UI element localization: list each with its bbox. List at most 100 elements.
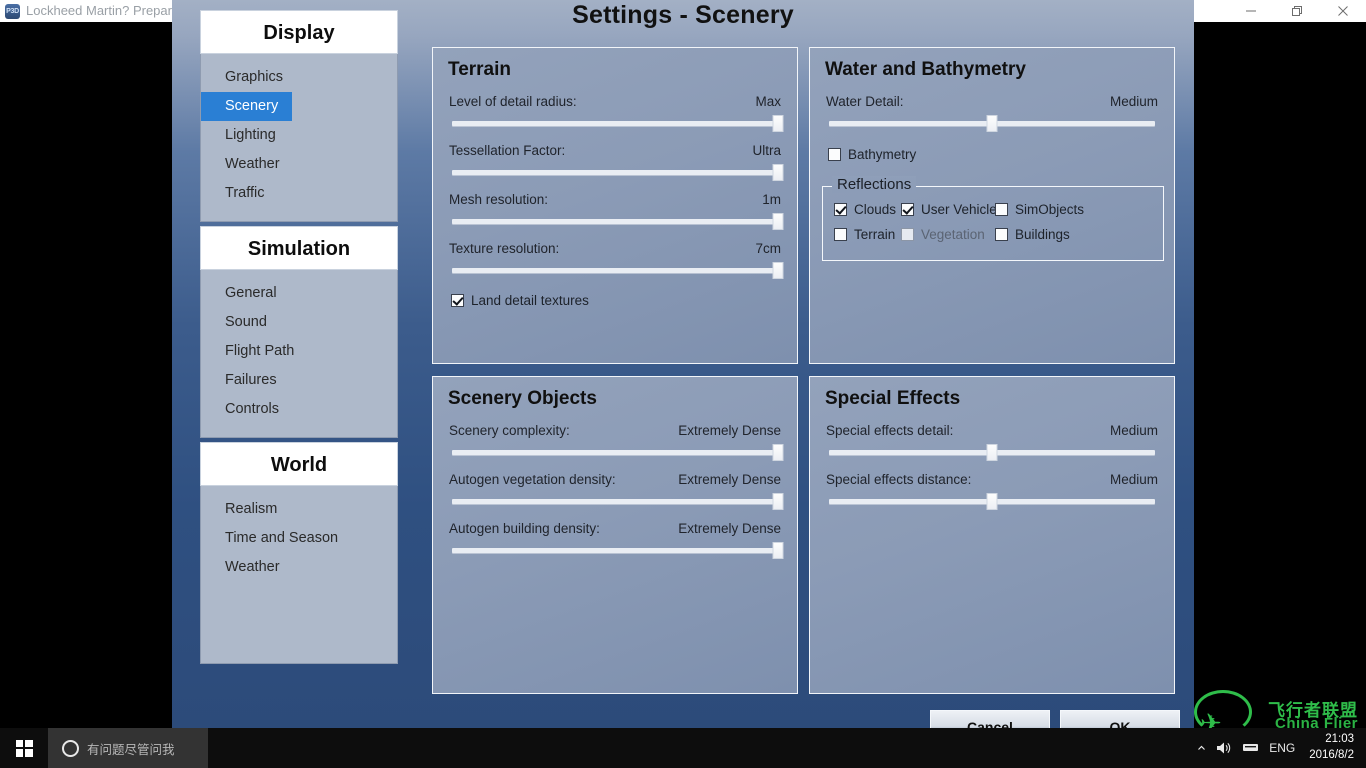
checkbox-label-clouds: Clouds — [854, 202, 897, 217]
sidebar-list-display: Graphics Scenery Lighting Weather Traffi… — [200, 54, 398, 222]
checkbox-box[interactable] — [451, 294, 464, 307]
background-window-title: Lockheed Martin? Prepar — [26, 3, 172, 18]
slider-thumb[interactable] — [772, 115, 784, 132]
search-input[interactable]: 有问题尽管问我 — [48, 728, 208, 768]
sidebar-item-realism[interactable]: Realism — [201, 495, 397, 524]
sidebar-group-display: Display Graphics Scenery Lighting Weathe… — [200, 10, 398, 222]
checkbox-label-bathymetry: Bathymetry — [848, 147, 917, 162]
sidebar-list-simulation: General Sound Flight Path Failures Contr… — [200, 270, 398, 438]
sidebar-header-simulation: Simulation — [200, 226, 398, 270]
screen: P3D Lockheed Martin? Prepar Settings - S… — [0, 0, 1366, 768]
restore-icon[interactable] — [1274, 0, 1320, 22]
value-autogen-building-density: Extremely Dense — [678, 521, 781, 536]
checkbox-box[interactable] — [901, 228, 914, 241]
sidebar-item-general[interactable]: General — [201, 279, 397, 308]
slider-tessellation-factor[interactable] — [452, 164, 784, 181]
sidebar-item-time-and-season[interactable]: Time and Season — [201, 524, 397, 553]
close-icon[interactable] — [1320, 0, 1366, 22]
slider-thumb[interactable] — [772, 444, 784, 461]
checkbox-reflections-simobjects[interactable]: SimObjects — [995, 202, 1084, 217]
window-controls — [1228, 0, 1366, 22]
sidebar: Display Graphics Scenery Lighting Weathe… — [200, 10, 398, 668]
label-mesh-resolution: Mesh resolution: — [449, 192, 549, 207]
checkbox-label-user-vehicle: User Vehicle — [921, 202, 997, 217]
label-special-effects-distance: Special effects distance: — [826, 472, 972, 487]
panel-water-and-bathymetry: Water and Bathymetry Water Detail: Mediu… — [809, 47, 1175, 364]
slider-thumb[interactable] — [772, 542, 784, 559]
label-scenery-complexity: Scenery complexity: — [449, 423, 570, 438]
desktop-right-fill — [1194, 22, 1366, 728]
slider-thumb[interactable] — [772, 493, 784, 510]
slider-autogen-vegetation-density[interactable] — [452, 493, 784, 510]
minimize-icon[interactable] — [1228, 0, 1274, 22]
slider-track — [452, 219, 778, 224]
slider-level-of-detail-radius[interactable] — [452, 115, 784, 132]
slider-special-effects-detail[interactable] — [829, 444, 1155, 461]
value-special-effects-distance: Medium — [1109, 472, 1158, 487]
slider-track — [452, 170, 778, 175]
slider-thumb[interactable] — [772, 164, 784, 181]
checkbox-reflections-buildings[interactable]: Buildings — [995, 227, 1070, 242]
slider-track — [452, 121, 778, 126]
slider-texture-resolution[interactable] — [452, 262, 784, 279]
slider-autogen-building-density[interactable] — [452, 542, 784, 559]
sidebar-header-world: World — [200, 442, 398, 486]
sidebar-item-traffic[interactable]: Traffic — [201, 179, 397, 208]
slider-scenery-complexity[interactable] — [452, 444, 784, 461]
sidebar-item-controls[interactable]: Controls — [201, 395, 397, 424]
slider-special-effects-distance[interactable] — [829, 493, 1155, 510]
panel-scenery-objects: Scenery Objects Scenery complexity: Extr… — [432, 376, 798, 694]
checkbox-label-buildings: Buildings — [1015, 227, 1070, 242]
checkbox-reflections-user-vehicle[interactable]: User Vehicle — [901, 202, 997, 217]
sidebar-item-graphics[interactable]: Graphics — [201, 63, 397, 92]
sidebar-item-weather-world[interactable]: Weather — [201, 553, 397, 582]
checkbox-land-detail-textures[interactable]: Land detail textures — [451, 293, 589, 308]
slider-thumb[interactable] — [986, 444, 998, 461]
cortana-icon — [62, 739, 79, 757]
slider-thumb[interactable] — [986, 115, 998, 132]
clock[interactable]: 21:03 2016/8/2 — [1309, 732, 1354, 763]
checkbox-box[interactable] — [995, 228, 1008, 241]
label-autogen-building-density: Autogen building density: — [449, 521, 600, 536]
label-autogen-vegetation-density: Autogen vegetation density: — [449, 472, 616, 487]
sidebar-item-failures[interactable]: Failures — [201, 366, 397, 395]
checkbox-box[interactable] — [834, 203, 847, 216]
network-icon[interactable] — [1242, 741, 1259, 755]
checkbox-box[interactable] — [995, 203, 1008, 216]
desktop-left-fill — [0, 22, 172, 728]
value-mesh-resolution: 1m — [762, 192, 781, 207]
sidebar-item-scenery[interactable]: Scenery — [201, 92, 293, 121]
value-water-detail: Medium — [1109, 94, 1158, 109]
show-hidden-icons-button[interactable] — [1197, 744, 1206, 753]
checkbox-box[interactable] — [901, 203, 914, 216]
slider-thumb[interactable] — [772, 262, 784, 279]
p3d-app-icon: P3D — [5, 4, 20, 19]
search-placeholder: 有问题尽管问我 — [87, 742, 175, 757]
slider-thumb[interactable] — [986, 493, 998, 510]
checkbox-reflections-vegetation[interactable]: Vegetation — [901, 227, 985, 242]
checkbox-box[interactable] — [834, 228, 847, 241]
checkbox-label-land-detail-textures: Land detail textures — [471, 293, 589, 308]
clock-date: 2016/8/2 — [1309, 749, 1354, 761]
slider-thumb[interactable] — [772, 213, 784, 230]
sidebar-item-lighting[interactable]: Lighting — [201, 121, 397, 150]
panel-terrain: Terrain Level of detail radius: Max Tess… — [432, 47, 798, 364]
slider-mesh-resolution[interactable] — [452, 213, 784, 230]
clock-time: 21:03 — [1325, 733, 1354, 746]
language-indicator[interactable]: ENG — [1269, 741, 1295, 755]
sidebar-item-flight-path[interactable]: Flight Path — [201, 337, 397, 366]
start-button[interactable] — [0, 728, 48, 768]
sidebar-item-weather-display[interactable]: Weather — [201, 150, 397, 179]
sidebar-header-display: Display — [200, 10, 398, 54]
group-reflections: Reflections Clouds User Vehicle SimObjec… — [822, 176, 1164, 261]
checkbox-label-terrain: Terrain — [854, 227, 896, 242]
speaker-icon[interactable] — [1216, 741, 1232, 755]
checkbox-bathymetry[interactable]: Bathymetry — [828, 147, 916, 162]
windows-logo-icon — [15, 739, 33, 757]
sidebar-item-sound[interactable]: Sound — [201, 308, 397, 337]
checkbox-reflections-terrain[interactable]: Terrain — [834, 227, 895, 242]
slider-water-detail[interactable] — [829, 115, 1155, 132]
slider-track — [452, 548, 778, 553]
checkbox-box[interactable] — [828, 148, 841, 161]
checkbox-reflections-clouds[interactable]: Clouds — [834, 202, 896, 217]
